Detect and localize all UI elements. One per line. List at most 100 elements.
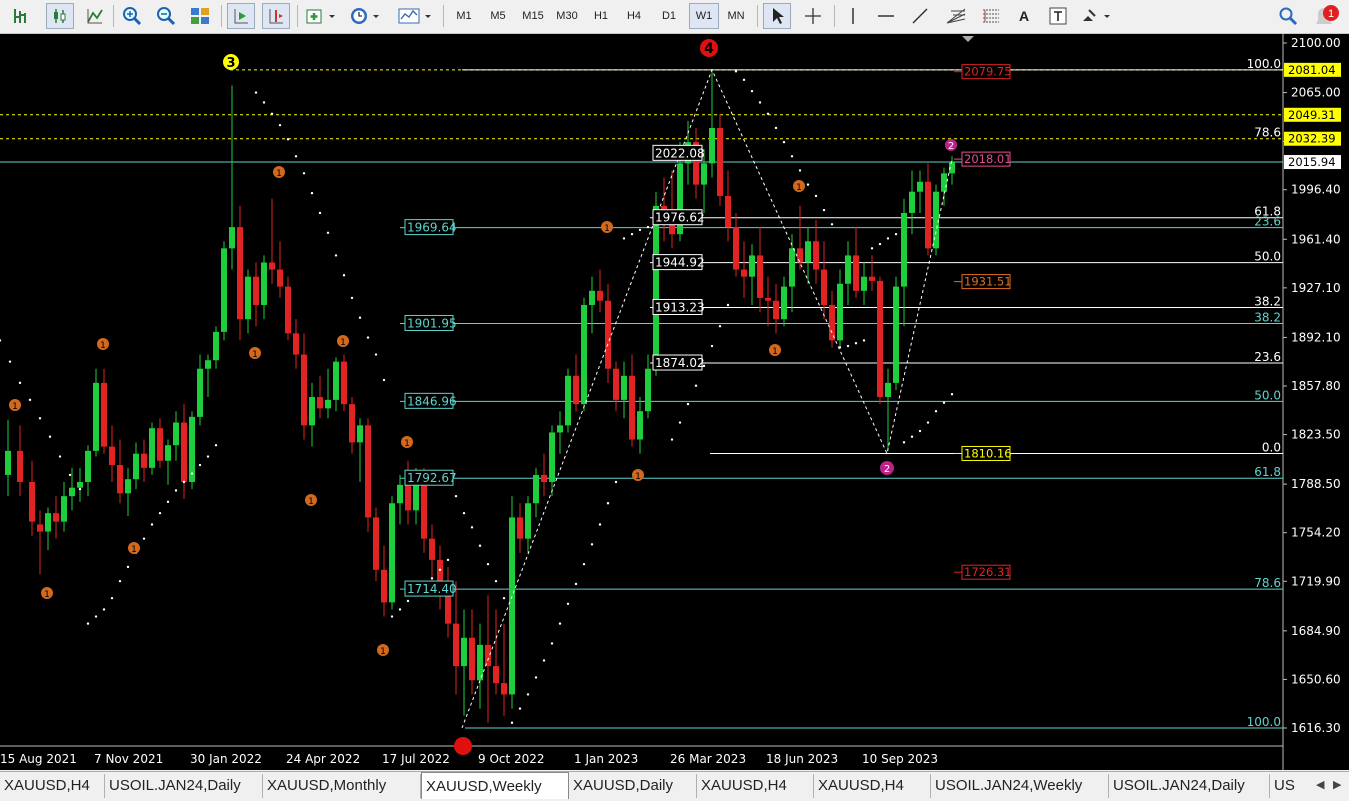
bull-candle: [509, 517, 515, 695]
bull-candle: [861, 276, 867, 291]
sar-dot: [158, 511, 162, 515]
price-axis-label: 2100.00: [1291, 36, 1341, 50]
sar-dot: [494, 579, 498, 583]
sar-dot: [774, 126, 778, 130]
tab-usoil-daily-2[interactable]: USOIL.JAN24,Daily: [1109, 774, 1270, 798]
sar-dot: [734, 70, 738, 73]
fibonacci-fan-icon[interactable]: [941, 3, 971, 29]
chart-area[interactable]: 2100.002065.002030.401996.401961.401927.…: [0, 34, 1349, 770]
timeframe-m5[interactable]: M5: [484, 3, 512, 29]
sar-dot: [614, 480, 618, 484]
sar-dot: [510, 721, 514, 724]
sar-dot: [766, 112, 770, 116]
badge-2081: 2081.04: [1288, 63, 1336, 77]
tile-windows-icon[interactable]: [187, 3, 213, 29]
shapes-icon[interactable]: [1078, 3, 1118, 29]
sar-dot: [310, 191, 314, 195]
bear-candle: [629, 375, 635, 440]
bear-candle: [853, 255, 859, 291]
cursor-icon[interactable]: [763, 3, 791, 29]
minor-wave-label: 1: [772, 347, 778, 357]
templates-icon[interactable]: [395, 3, 435, 29]
sar-dot: [398, 608, 402, 611]
tab-xauusd-h4[interactable]: XAUUSD,H4: [0, 774, 105, 798]
tab-xauusd-weekly[interactable]: XAUUSD,Weekly: [421, 772, 569, 799]
timeframe-w1[interactable]: W1: [689, 3, 719, 29]
tab-xauusd-daily[interactable]: XAUUSD,Daily: [569, 774, 697, 798]
bull-candle: [621, 375, 627, 400]
timeframe-mn[interactable]: MN: [722, 3, 750, 29]
clock-icon[interactable]: [347, 3, 383, 29]
line-chart-icon[interactable]: [82, 3, 108, 29]
timeframe-m1[interactable]: M1: [450, 3, 478, 29]
tab-usoil-partial[interactable]: US: [1270, 774, 1312, 798]
bear-candle: [925, 181, 931, 249]
sar-dot: [174, 489, 178, 492]
crosshair-icon[interactable]: [799, 3, 827, 29]
bull-candle: [133, 453, 139, 480]
chart-shift-icon[interactable]: [262, 3, 290, 29]
price-axis-label: 2065.00: [1291, 86, 1341, 100]
tab-xauusd-h4-2[interactable]: XAUUSD,H4: [697, 774, 814, 798]
bull-candle: [205, 360, 211, 369]
timeframe-d1[interactable]: D1: [655, 3, 683, 29]
bull-candle: [77, 482, 83, 488]
label-2018: 2018.01: [964, 152, 1012, 166]
sar-dot: [334, 254, 338, 257]
tab-xauusd-h4-3[interactable]: XAUUSD,H4: [814, 774, 931, 798]
search-icon[interactable]: [1274, 3, 1302, 29]
sar-dot: [254, 91, 258, 94]
fib-left-label: 1901.95: [407, 316, 457, 330]
new-chart-icon[interactable]: [303, 3, 339, 29]
minor-wave-label: 1: [635, 472, 641, 482]
sar-dot: [446, 558, 450, 562]
bull-candle: [45, 513, 51, 532]
price-chart[interactable]: 2100.002065.002030.401996.401961.401927.…: [0, 34, 1349, 770]
date-axis-label: 1 Jan 2023: [574, 752, 638, 766]
sar-dot: [68, 473, 72, 477]
sar-dot: [606, 502, 610, 505]
price-axis-label: 1788.50: [1291, 477, 1341, 491]
auto-scroll-icon[interactable]: [227, 3, 255, 29]
sar-dot: [638, 228, 642, 232]
bull-candle: [837, 283, 843, 341]
tabs-scroll-left-icon[interactable]: ◀: [1316, 778, 1324, 791]
sar-dot: [262, 101, 266, 104]
fib-mid-label: 1874.02: [655, 356, 705, 370]
fib-left-label: 1969.64: [407, 221, 457, 235]
timeframe-h4[interactable]: H4: [620, 3, 648, 29]
bull-candle: [309, 397, 315, 426]
fibonacci-retracement-icon[interactable]: [977, 3, 1005, 29]
sar-dot: [150, 523, 154, 526]
bull-candle: [221, 248, 227, 332]
timeframe-m15[interactable]: M15: [518, 3, 548, 29]
bear-candle: [829, 304, 835, 341]
bear-candle: [237, 227, 243, 320]
vertical-line-icon[interactable]: [840, 3, 866, 29]
sar-dot: [942, 401, 946, 404]
candlestick-icon[interactable]: [46, 3, 74, 29]
trendline-icon[interactable]: [907, 3, 933, 29]
tab-xauusd-monthly[interactable]: XAUUSD,Monthly: [263, 774, 421, 798]
timeframe-h1[interactable]: H1: [587, 3, 615, 29]
sar-dot: [894, 232, 898, 236]
bull-candle: [789, 248, 795, 287]
minor-wave-label: 1: [308, 497, 314, 507]
sar-dot: [806, 183, 810, 186]
zoom-out-icon[interactable]: [153, 3, 179, 29]
zoom-in-icon[interactable]: [119, 3, 145, 29]
horizontal-line-icon[interactable]: [873, 3, 899, 29]
sar-dot: [902, 441, 906, 444]
bar-chart-icon[interactable]: [8, 3, 34, 29]
bear-candle: [741, 269, 747, 277]
timeframe-m30[interactable]: M30: [552, 3, 582, 29]
fib-left-label: 1792.67: [407, 471, 457, 485]
sar-dot: [366, 336, 370, 339]
tabs-scroll-right-icon[interactable]: ▶: [1333, 778, 1341, 791]
tab-usoil-daily[interactable]: USOIL.JAN24,Daily: [105, 774, 263, 798]
text-icon[interactable]: A: [1011, 3, 1037, 29]
text-label-icon[interactable]: [1045, 3, 1071, 29]
bear-candle: [445, 595, 451, 624]
tab-usoil-weekly[interactable]: USOIL.JAN24,Weekly: [931, 774, 1109, 798]
alert-icon[interactable]: 1: [1310, 3, 1344, 29]
